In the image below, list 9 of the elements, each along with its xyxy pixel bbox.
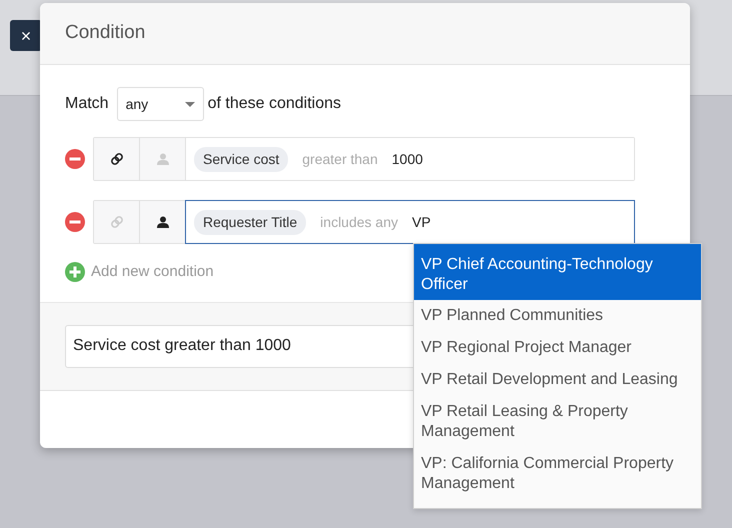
close-button[interactable]: × [10, 20, 42, 51]
condition-field[interactable]: Requester Title includes any VP [185, 200, 635, 244]
dialog-title: Condition [65, 21, 146, 46]
suggestion-option[interactable]: VP Retail Leasing & Property Management [414, 396, 701, 448]
suggestion-option[interactable]: VP: California Commercial Property Management [414, 448, 701, 500]
match-select[interactable]: any [116, 87, 204, 121]
match-label: Match [65, 94, 109, 114]
suggestion-option[interactable]: VP Chief Accounting-Technology Officer [414, 244, 701, 300]
match-suffix: of these conditions [208, 94, 341, 114]
